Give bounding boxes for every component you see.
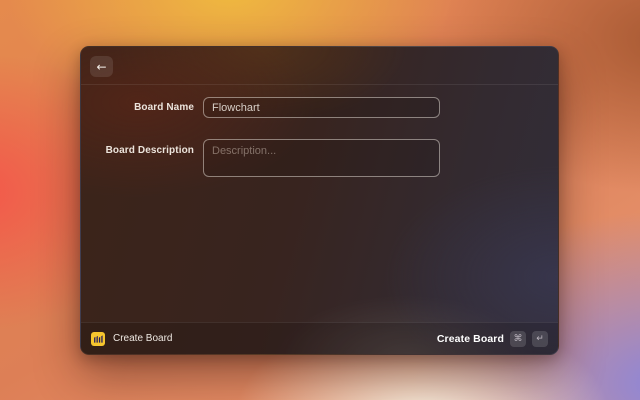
board-name-row: Board Name: [81, 97, 558, 118]
enter-key-icon: ↵: [532, 330, 548, 347]
command-key-icon: ⌘: [510, 330, 526, 347]
dialog-footer: Create Board Create Board ⌘ ↵: [81, 322, 558, 354]
footer-brand: Create Board: [91, 331, 173, 346]
board-description-label: Board Description: [105, 145, 194, 156]
create-board-button[interactable]: Create Board ⌘ ↵: [436, 330, 548, 347]
create-board-dialog: ← Board Name Board Description Create: [80, 46, 559, 355]
back-arrow-icon: ←: [96, 59, 107, 74]
board-name-label: Board Name: [134, 102, 194, 113]
miro-logo-icon: [91, 331, 105, 346]
board-name-input[interactable]: [203, 97, 440, 118]
create-board-button-label: Create Board: [436, 332, 504, 345]
footer-title: Create Board: [113, 333, 173, 344]
board-description-input[interactable]: [203, 139, 440, 177]
dialog-header: ←: [81, 47, 558, 85]
board-description-row: Board Description: [81, 139, 558, 177]
create-board-form: Board Name Board Description: [81, 85, 558, 322]
back-button[interactable]: ←: [90, 56, 113, 77]
